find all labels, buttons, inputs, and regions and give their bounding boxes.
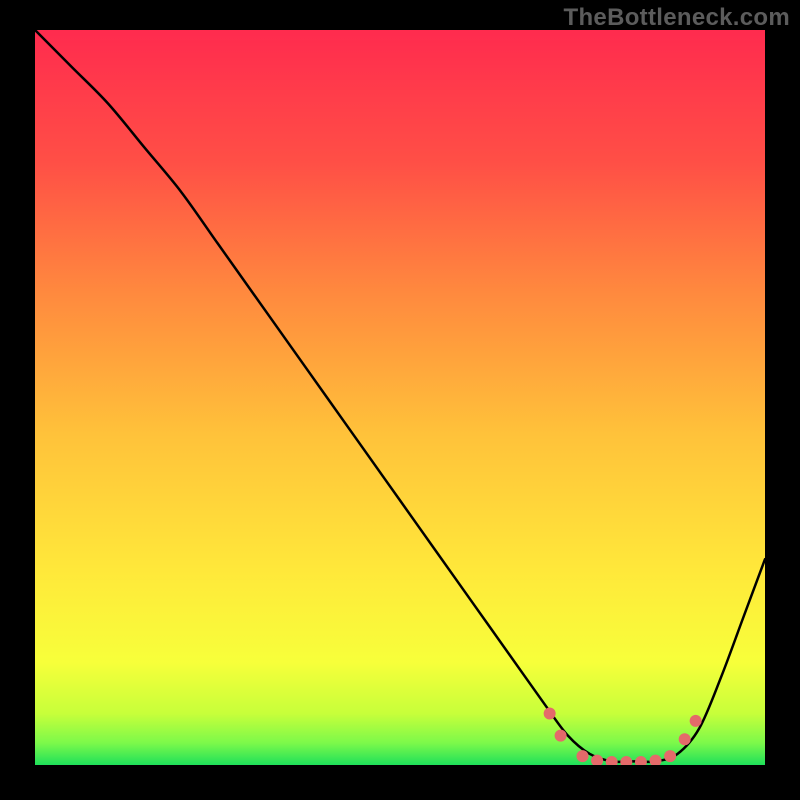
watermark-text: TheBottleneck.com xyxy=(564,4,790,32)
bottleneck-chart-svg xyxy=(35,30,765,765)
plot-area xyxy=(35,30,765,765)
optimal-marker xyxy=(690,715,702,727)
optimal-marker xyxy=(555,730,567,742)
optimal-marker xyxy=(544,708,556,720)
optimal-marker xyxy=(664,750,676,762)
optimal-marker xyxy=(679,733,691,745)
gradient-background xyxy=(35,30,765,765)
optimal-marker xyxy=(577,750,589,762)
chart-frame: TheBottleneck.com xyxy=(0,0,800,800)
